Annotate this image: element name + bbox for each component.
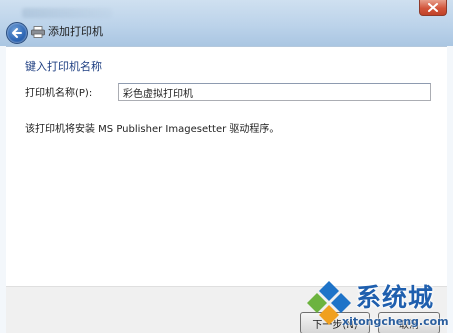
driver-info-text: 该打印机将安装 MS Publisher Imagesetter 驱动程序。 [25,124,280,135]
page-heading: 键入打印机名称 [25,60,102,73]
window-title-blur [22,8,112,18]
wizard-title: 添加打印机 [48,25,103,38]
printer-name-input[interactable] [118,83,431,101]
printer-icon [31,26,45,38]
title-bar: 添加打印机 [0,0,453,46]
printer-name-label: 打印机名称(P): [25,88,93,99]
back-button[interactable] [6,22,28,44]
close-button[interactable] [419,0,447,16]
back-arrow-icon [12,28,22,38]
watermark-name: 系统城 [356,283,435,312]
watermark-url: xitongcheng.com [342,315,449,328]
watermark: 系统城 xitongcheng.com [298,276,453,333]
wizard-content: 键入打印机名称 打印机名称(P): 该打印机将安装 MS Publisher I… [6,46,447,287]
close-icon [428,3,438,12]
